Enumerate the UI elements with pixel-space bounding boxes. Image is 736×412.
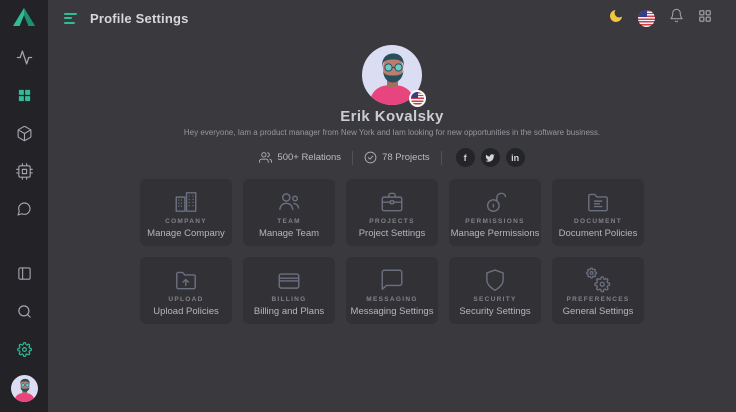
- card-messaging[interactable]: MESSAGING Messaging Settings: [346, 257, 438, 324]
- facebook-icon: f: [464, 153, 467, 163]
- card-upload[interactable]: UPLOAD Upload Policies: [140, 257, 232, 324]
- profile-stats-row: 500+ Relations 78 Projects f in: [48, 148, 736, 167]
- settings-card-grid: COMPANY Manage Company TEAM Manage Team …: [140, 179, 644, 324]
- country-flag-badge: [409, 90, 426, 107]
- twitter-icon: [485, 153, 495, 163]
- layout-panel-icon: [17, 266, 32, 281]
- card-permissions[interactable]: PERMISSIONS Manage Permissions: [449, 179, 541, 246]
- stat-projects-label: 78 Projects: [382, 152, 430, 163]
- card-projects[interactable]: PROJECTS Project Settings: [346, 179, 438, 246]
- package-box-icon: [16, 125, 33, 142]
- sidebar-item-messages[interactable]: [15, 200, 33, 218]
- sidebar-item-system[interactable]: [15, 162, 33, 180]
- gear-icon: [17, 342, 32, 357]
- facebook-button[interactable]: f: [456, 148, 475, 167]
- billing-icon: [276, 266, 302, 293]
- dashboard-grid-icon: [17, 88, 32, 103]
- card-security[interactable]: SECURITY Security Settings: [449, 257, 541, 324]
- activity-icon: [16, 49, 33, 66]
- sidebar-item-packages[interactable]: [15, 124, 33, 142]
- top-bar: Profile Settings: [48, 0, 736, 36]
- chat-bubble-icon: [16, 201, 32, 217]
- language-flag-icon[interactable]: [638, 10, 655, 27]
- sidebar-item-settings[interactable]: [15, 340, 33, 358]
- stat-projects: 78 Projects: [364, 151, 430, 164]
- cpu-chip-icon: [16, 163, 33, 180]
- card-company[interactable]: COMPANY Manage Company: [140, 179, 232, 246]
- menu-toggle-icon[interactable]: [64, 13, 77, 24]
- sidebar: [0, 0, 48, 412]
- stats-divider: [352, 151, 353, 165]
- security-icon: [482, 266, 508, 293]
- app-root: Profile Settings: [0, 0, 736, 412]
- profile-name: Erik Kovalsky: [48, 108, 736, 125]
- social-links: f in: [456, 148, 525, 167]
- notifications-bell-icon[interactable]: [669, 8, 684, 28]
- stats-divider: [441, 151, 442, 165]
- app-logo-icon[interactable]: [12, 7, 36, 27]
- check-circle-icon: [364, 151, 377, 164]
- page-title: Profile Settings: [90, 11, 189, 26]
- card-billing[interactable]: BILLING Billing and Plans: [243, 257, 335, 324]
- projects-icon: [379, 188, 405, 215]
- search-icon: [17, 304, 32, 319]
- people-icon: [259, 151, 272, 164]
- linkedin-button[interactable]: in: [506, 148, 525, 167]
- sidebar-item-search[interactable]: [15, 302, 33, 320]
- sidebar-item-panels[interactable]: [15, 264, 33, 282]
- stat-relations: 500+ Relations: [259, 151, 341, 164]
- upload-icon: [173, 266, 199, 293]
- sidebar-item-dashboard[interactable]: [15, 86, 33, 104]
- document-icon: [585, 188, 611, 215]
- profile-bio: Hey everyone, Iam a product manager from…: [48, 128, 736, 137]
- sidebar-user-avatar[interactable]: [11, 375, 38, 402]
- twitter-button[interactable]: [481, 148, 500, 167]
- profile-avatar: [362, 45, 422, 105]
- messaging-icon: [379, 266, 405, 293]
- main-area: Profile Settings: [48, 0, 736, 412]
- stat-relations-label: 500+ Relations: [277, 152, 341, 163]
- dark-mode-moon-icon[interactable]: [608, 8, 624, 29]
- apps-grid-icon[interactable]: [698, 9, 712, 28]
- permissions-icon: [482, 188, 508, 215]
- company-icon: [173, 188, 199, 215]
- sidebar-item-activity[interactable]: [15, 48, 33, 66]
- topbar-actions: [608, 8, 712, 29]
- card-document[interactable]: DOCUMENT Document Policies: [552, 179, 644, 246]
- card-team[interactable]: TEAM Manage Team: [243, 179, 335, 246]
- card-preferences[interactable]: PREFERENCES General Settings: [552, 257, 644, 324]
- profile-content: Erik Kovalsky Hey everyone, Iam a produc…: [48, 36, 736, 324]
- linkedin-icon: in: [511, 153, 519, 163]
- team-icon: [276, 188, 302, 215]
- preferences-icon: [585, 266, 611, 293]
